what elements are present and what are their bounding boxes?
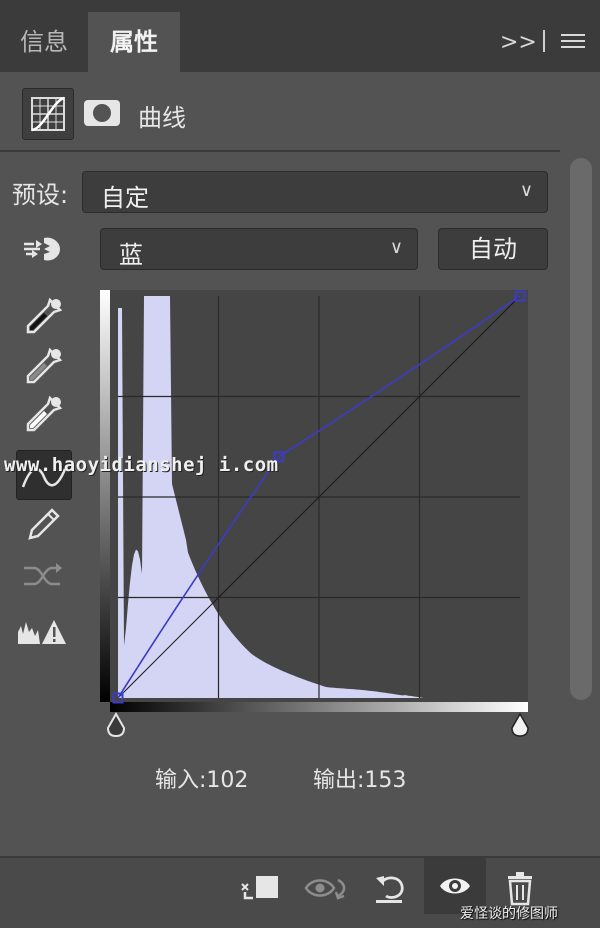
input-readout: 输入:102 — [155, 768, 249, 793]
clip-to-layer-icon[interactable] — [236, 868, 284, 908]
black-point-eyedropper-icon[interactable] — [20, 296, 66, 336]
smooth-icon — [20, 556, 66, 596]
channel-dropdown[interactable]: 蓝 ∨ — [100, 228, 418, 270]
clipping-warning-icon[interactable] — [16, 612, 68, 652]
panel-title: 曲线 — [138, 104, 186, 132]
reset-icon[interactable] — [368, 868, 416, 908]
watermark: www.haoyidianshej i.com — [4, 454, 279, 476]
white-input-slider[interactable] — [511, 712, 529, 737]
auto-button[interactable]: 自动 — [438, 228, 548, 270]
preset-label: 预设: — [12, 181, 69, 209]
chevron-down-icon: ∨ — [519, 180, 533, 201]
gray-point-eyedropper-icon[interactable] — [20, 346, 66, 386]
weibo-credit: 爱怪谈的修图师 — [460, 906, 558, 922]
tab-info[interactable]: 信息 — [0, 12, 88, 72]
pencil-icon[interactable] — [20, 504, 66, 544]
mask-icon[interactable] — [84, 100, 120, 126]
hamburger-icon[interactable] — [561, 34, 585, 50]
output-readout: 输出:153 — [313, 768, 407, 793]
preset-value: 自定 — [101, 184, 149, 212]
view-previous-icon — [302, 868, 350, 908]
black-input-slider[interactable] — [106, 711, 126, 738]
tab-properties[interactable]: 属性 — [88, 12, 180, 72]
panel-tab-bar: 信息 属性 >> — [0, 0, 600, 72]
preset-dropdown[interactable]: 自定 ∨ — [82, 171, 548, 213]
curves-adjustment-icon[interactable] — [22, 88, 74, 140]
scrollbar-thumb[interactable] — [570, 158, 592, 700]
targeted-adjustment-icon[interactable] — [22, 232, 64, 266]
double-chevron-icon[interactable]: >> — [500, 30, 537, 55]
tab-separator — [543, 30, 545, 52]
white-point-eyedropper-icon[interactable] — [20, 394, 66, 434]
curves-graph[interactable] — [100, 290, 540, 746]
input-gradient-bar — [110, 702, 528, 712]
header-divider — [0, 150, 560, 152]
chevron-down-icon: ∨ — [389, 237, 403, 258]
output-gradient-bar — [100, 290, 110, 702]
delete-icon[interactable] — [496, 868, 544, 908]
channel-value: 蓝 — [119, 241, 143, 269]
